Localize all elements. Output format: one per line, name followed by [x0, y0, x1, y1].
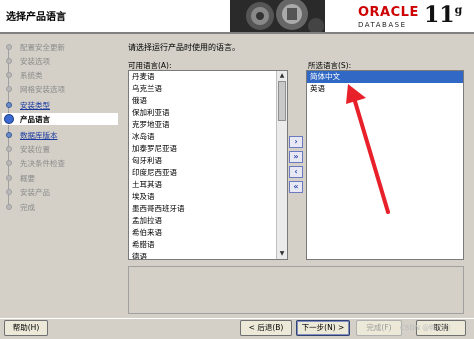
nav-step-system-class: 系统类 — [2, 69, 118, 81]
list-item[interactable]: 丹麦语 — [129, 71, 287, 83]
description-panel — [128, 266, 464, 314]
header-divider — [0, 32, 474, 34]
step-dot-icon — [6, 189, 12, 195]
step-dot-icon — [6, 86, 12, 92]
list-item[interactable]: 孟加拉语 — [129, 215, 287, 227]
list-item[interactable]: 希腊语 — [129, 239, 287, 251]
scroll-down-icon[interactable]: ▼ — [278, 250, 286, 258]
step-dot-icon — [6, 44, 12, 50]
current-step-icon — [4, 114, 14, 124]
scrollbar-thumb[interactable] — [278, 81, 286, 121]
chevron-left-icon: ‹ — [294, 167, 298, 176]
gears-logo-icon — [230, 0, 325, 32]
list-item[interactable]: 德语 — [129, 251, 287, 259]
page-title: 选择产品语言 — [6, 12, 66, 23]
step-dot-icon — [6, 132, 12, 138]
nav-step-install-product: 安装产品 — [2, 186, 118, 198]
double-chevron-right-icon: » — [293, 152, 299, 161]
database-label: DATABASE — [358, 21, 407, 29]
move-right-button[interactable]: › — [289, 136, 303, 148]
double-chevron-left-icon: « — [293, 182, 299, 191]
nav-step-product-languages: 产品语言 — [2, 113, 118, 125]
list-item[interactable]: 墨西哥西班牙语 — [129, 203, 287, 215]
list-item[interactable]: 乌克兰语 — [129, 83, 287, 95]
header-banner: 选择产品语言 ORACLE DATABASE 11g — [0, 0, 474, 32]
list-item[interactable]: 冰岛语 — [129, 131, 287, 143]
nav-step-database-edition[interactable]: 数据库版本 — [2, 129, 118, 141]
move-all-left-button[interactable]: « — [289, 181, 303, 193]
step-dot-icon — [6, 102, 12, 108]
finish-button: 完成(F) — [356, 320, 402, 336]
nav-step-security-updates: 配置安全更新 — [2, 41, 118, 53]
footer-divider — [0, 318, 474, 319]
wizard-steps-nav: 配置安全更新 安装选项 系统类 网格安装选项 安装类型 产品语言 数据库版本 安… — [0, 36, 118, 308]
step-dot-icon — [6, 160, 12, 166]
list-item[interactable]: 俄语 — [129, 95, 287, 107]
step-dot-icon — [6, 175, 12, 181]
list-item[interactable]: 匈牙利语 — [129, 155, 287, 167]
help-button[interactable]: 帮助(H) — [4, 320, 48, 336]
step-dot-icon — [6, 72, 12, 78]
nav-step-prereq-checks: 先决条件检查 — [2, 157, 118, 169]
list-item[interactable]: 加泰罗尼亚语 — [129, 143, 287, 155]
list-item[interactable]: 克罗地亚语 — [129, 119, 287, 131]
step-dot-icon — [6, 58, 12, 64]
nav-step-grid-options: 网格安装选项 — [2, 83, 118, 95]
nav-step-install-type[interactable]: 安装类型 — [2, 99, 118, 111]
step-dot-icon — [6, 146, 12, 152]
move-all-right-button[interactable]: » — [289, 151, 303, 163]
annotation-arrow-icon — [346, 84, 390, 214]
nav-step-install-location: 安装位置 — [2, 143, 118, 155]
scroll-up-icon[interactable]: ▲ — [278, 72, 286, 80]
instruction-text: 请选择运行产品时使用的语言。 — [128, 43, 240, 52]
nav-step-finish: 完成 — [2, 201, 118, 213]
watermark-text: CSDN @鸭川川 — [400, 324, 451, 332]
chevron-right-icon: › — [294, 137, 298, 146]
step-dot-icon — [6, 204, 12, 210]
available-list-scrollbar[interactable]: ▲ ▼ — [276, 71, 287, 259]
back-button[interactable]: < 后退(B) — [240, 320, 292, 336]
list-item[interactable]: 印度尼西亚语 — [129, 167, 287, 179]
list-item[interactable]: 埃及语 — [129, 191, 287, 203]
list-item[interactable]: 希伯来语 — [129, 227, 287, 239]
oracle-brand: ORACLE — [358, 5, 419, 20]
version-label: 11g — [424, 2, 463, 28]
list-item[interactable]: 保加利亚语 — [129, 107, 287, 119]
move-left-button[interactable]: ‹ — [289, 166, 303, 178]
available-languages-list[interactable]: 丹麦语 乌克兰语 俄语 保加利亚语 克罗地亚语 冰岛语 加泰罗尼亚语 匈牙利语 … — [128, 70, 288, 260]
next-button[interactable]: 下一步(N) > — [296, 320, 350, 336]
nav-step-install-options: 安装选项 — [2, 55, 118, 67]
nav-step-summary: 概要 — [2, 172, 118, 184]
list-item[interactable]: 土耳其语 — [129, 179, 287, 191]
